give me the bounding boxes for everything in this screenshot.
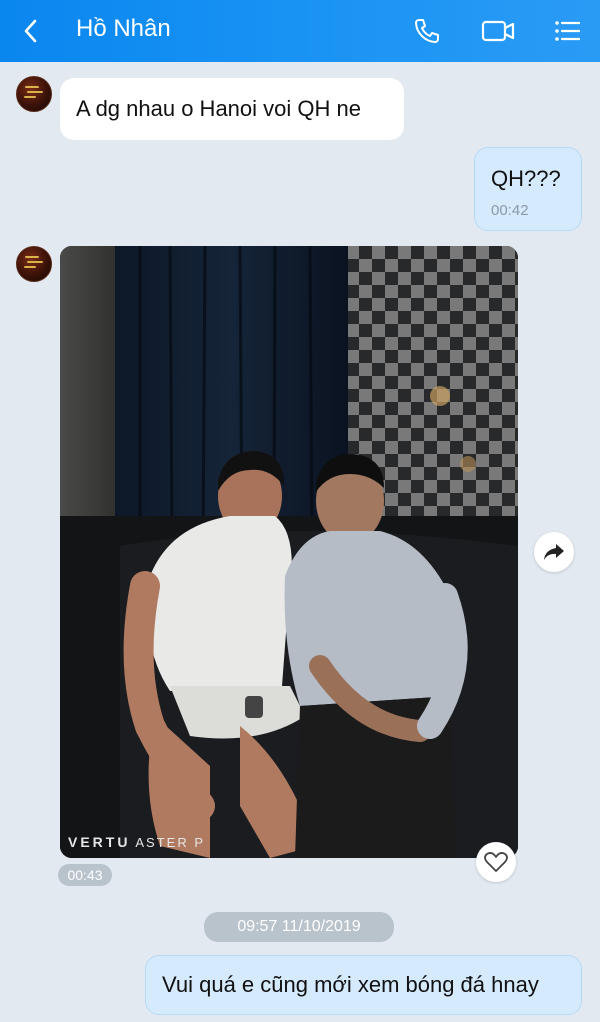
message-text: A dg nhau o Hanoi voi QH ne xyxy=(76,96,361,121)
back-button[interactable] xyxy=(16,16,46,46)
list-menu-icon xyxy=(555,21,581,41)
photo-image xyxy=(60,246,518,858)
video-camera-icon xyxy=(481,20,515,42)
avatar[interactable] xyxy=(16,76,52,112)
chevron-left-icon xyxy=(24,19,37,43)
outgoing-message[interactable]: QH??? 00:42 xyxy=(474,147,582,231)
incoming-message[interactable]: A dg nhau o Hanoi voi QH ne xyxy=(60,78,404,140)
chat-header: Hồ Nhân xyxy=(0,0,600,62)
video-call-button[interactable] xyxy=(480,14,518,48)
contact-name[interactable]: Hồ Nhân xyxy=(76,15,171,43)
like-button[interactable] xyxy=(476,842,516,882)
avatar[interactable] xyxy=(16,246,52,282)
date-separator: 09:57 11/10/2019 xyxy=(204,912,394,942)
message-text: QH??? xyxy=(491,166,561,191)
phone-icon xyxy=(415,19,439,43)
message-text: Vui quá e cũng mới xem bóng đá hnay xyxy=(162,972,539,997)
call-button[interactable] xyxy=(410,14,444,48)
watermark-brand: VERTU xyxy=(68,834,131,850)
menu-button[interactable] xyxy=(550,14,584,48)
photo-message[interactable]: VERTU ASTER P xyxy=(60,246,518,858)
share-button[interactable] xyxy=(534,532,574,572)
heart-icon xyxy=(484,852,508,872)
photo-time: 00:43 xyxy=(58,864,112,886)
outgoing-message[interactable]: Vui quá e cũng mới xem bóng đá hnay xyxy=(145,955,582,1015)
watermark-model: ASTER P xyxy=(135,835,205,850)
message-time: 00:42 xyxy=(491,202,529,219)
photo-watermark: VERTU ASTER P xyxy=(68,834,205,850)
share-forward-icon xyxy=(544,544,564,560)
